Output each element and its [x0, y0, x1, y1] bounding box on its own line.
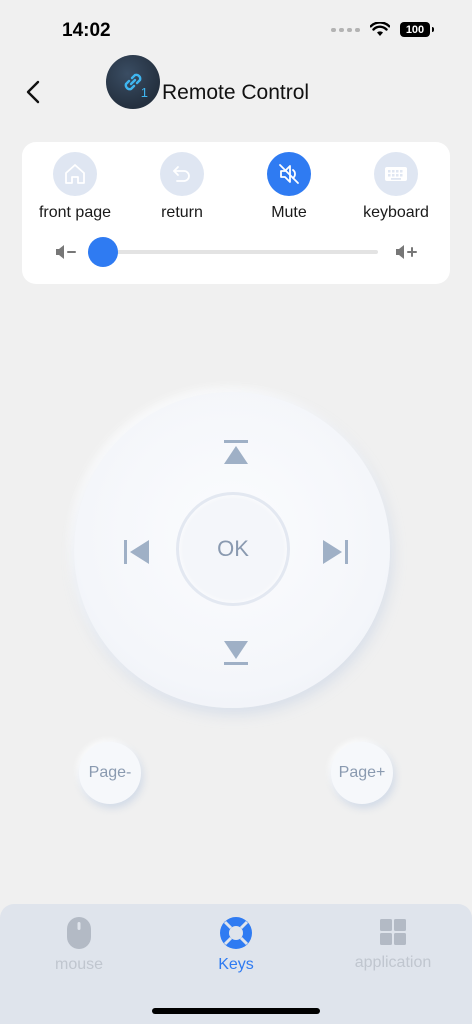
device-badge: 1	[140, 85, 148, 100]
tab-keys[interactable]: Keys	[176, 916, 296, 974]
tab-application-label: application	[354, 954, 432, 971]
page-up-button[interactable]: Page+	[331, 742, 393, 804]
bottom-tab-bar: mouse Keys application	[0, 904, 472, 1024]
keyboard-label: keyboard	[363, 204, 429, 221]
page-down-button[interactable]: Page-	[79, 742, 141, 804]
tab-mouse[interactable]: mouse	[19, 916, 139, 974]
up-arrow-icon	[224, 446, 248, 464]
up-button[interactable]	[220, 438, 252, 468]
volume-slider-track[interactable]	[102, 250, 378, 254]
control-card: front page return Mute keyboard	[22, 142, 450, 284]
home-icon	[65, 164, 85, 184]
wifi-icon	[370, 22, 390, 36]
right-bar-icon	[345, 540, 348, 564]
up-bar-icon	[224, 440, 248, 443]
tab-keys-label: Keys	[218, 956, 254, 973]
status-time: 14:02	[62, 20, 111, 41]
mute-icon	[279, 164, 299, 184]
mouse-icon	[67, 917, 91, 949]
left-bar-icon	[124, 540, 127, 564]
down-arrow-icon	[224, 641, 248, 659]
application-grid-icon	[380, 919, 406, 945]
return-button[interactable]: return	[127, 152, 237, 222]
tab-application[interactable]: application	[333, 916, 453, 972]
volume-down-icon[interactable]	[54, 242, 78, 262]
down-button[interactable]	[220, 637, 252, 667]
ok-button[interactable]: OK	[176, 492, 290, 606]
left-arrow-icon	[130, 540, 149, 564]
down-bar-icon	[224, 662, 248, 665]
volume-slider-knob[interactable]	[88, 237, 118, 267]
mute-label: Mute	[271, 204, 307, 221]
signal-icon	[331, 27, 360, 32]
battery-level: 100	[405, 23, 425, 36]
left-button[interactable]	[121, 536, 153, 568]
keyboard-button[interactable]: keyboard	[341, 152, 451, 222]
return-icon	[173, 166, 190, 182]
tab-mouse-label: mouse	[54, 956, 104, 973]
home-indicator	[152, 1008, 320, 1014]
mute-button[interactable]: Mute	[234, 152, 344, 222]
front-page-label: front page	[38, 204, 112, 221]
volume-up-icon[interactable]	[394, 242, 418, 262]
right-arrow-icon	[323, 540, 342, 564]
return-label: return	[161, 204, 203, 221]
battery-icon: 100	[400, 22, 434, 37]
device-avatar[interactable]: 1	[106, 55, 160, 109]
front-page-button[interactable]: front page	[20, 152, 130, 222]
back-icon[interactable]	[22, 78, 46, 106]
status-indicators: 100	[331, 22, 434, 37]
right-button[interactable]	[320, 536, 352, 568]
page-title: Remote Control	[162, 81, 310, 104]
keys-icon	[220, 917, 252, 949]
keyboard-icon	[385, 167, 407, 181]
